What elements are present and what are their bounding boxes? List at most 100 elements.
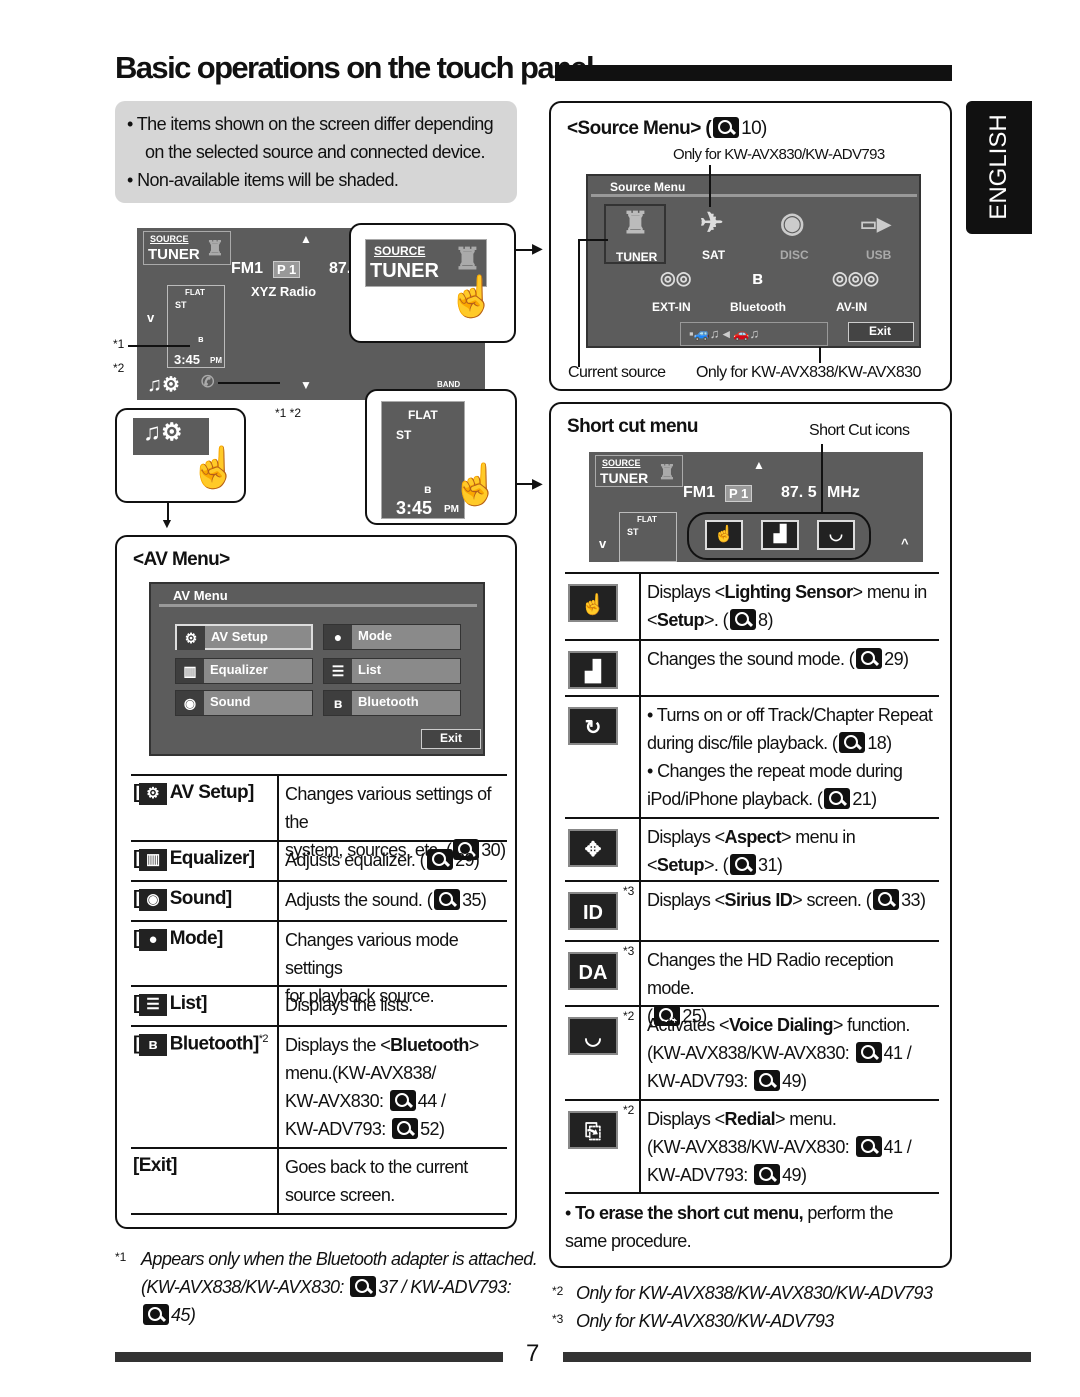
shortcut-row: ↻ • Turns on or off Track/Chapter Repeat … xyxy=(551,695,941,817)
av-table-row: [Exit] Goes back to the current source sc… xyxy=(131,1147,507,1213)
source-usb[interactable]: ▭▶ USB xyxy=(850,204,910,264)
source-menu-section: <Source Menu> (10) Only for KW-AVX830/KW… xyxy=(549,101,952,391)
page-reference: 21 xyxy=(852,789,872,809)
reference-icon xyxy=(754,1164,781,1185)
bluetooth-icon: ʙ xyxy=(198,334,204,344)
up-arrow[interactable]: ▲ xyxy=(300,232,312,246)
usb-icon: ▭▶ xyxy=(860,214,891,234)
page-reference: 35 xyxy=(462,890,481,910)
language-tab: ENGLISH xyxy=(966,101,1032,234)
note-item: • The items shown on the screen differ d… xyxy=(127,114,494,162)
current-source-label: Current source xyxy=(568,364,666,381)
av-table-row: [⚙ AV Setup] Changes various settings of t… xyxy=(131,774,507,860)
mode-button[interactable]: ● Mode xyxy=(323,624,461,650)
row-label: Mode] xyxy=(169,928,224,949)
sound-mode-icon: ▟ xyxy=(568,651,618,689)
page-reference: 49 xyxy=(782,1165,801,1185)
title-bar xyxy=(555,65,952,81)
row-description: Displays the <Bluetooth> menu.(KW-AVX838… xyxy=(285,1035,479,1139)
footnote-1: Appears only when the Bluetooth adapter … xyxy=(141,1249,538,1325)
shortcut-section: Short cut menu Short Cut icons SOURCE TU… xyxy=(549,402,952,1268)
reference-icon xyxy=(824,788,851,809)
source-bluetooth[interactable]: ʙ Bluetooth xyxy=(726,268,796,318)
shortcut-icons-group: ☝ ▟ ◡ xyxy=(687,512,871,560)
source-sat[interactable]: ✈ SAT xyxy=(688,204,748,264)
gear-icon: ⚙ xyxy=(138,783,167,805)
voice-dialing-shortcut[interactable]: ◡ xyxy=(817,520,855,550)
bluetooth-icon: ʙ xyxy=(424,482,432,496)
av-table-row: [◉ Sound] Adjusts the sound. (35) xyxy=(131,880,507,920)
reference-icon xyxy=(855,1042,882,1063)
bluetooth-button[interactable]: ʙ Bluetooth xyxy=(323,690,461,716)
row-description: Displays <Redial> menu. (KW-AVX838/KW-AV… xyxy=(647,1109,912,1185)
exit-button[interactable]: Exit xyxy=(421,729,481,749)
source-ext-in[interactable]: ◎◎ EXT-IN xyxy=(648,268,708,318)
hd-radio-icon: DA xyxy=(568,952,618,990)
row-label: AV Setup] xyxy=(169,782,255,803)
bluetooth-icon: ʙ xyxy=(138,1034,167,1057)
av-table-row: [ʙ Bluetooth]*2 Displays the <Bluetooth> m… xyxy=(131,1025,507,1147)
shortcut-heading: Short cut menu xyxy=(567,416,699,437)
knob-icon: ● xyxy=(138,929,167,951)
av-menu-screen: AV Menu ⚙ AV Setup ● Mode ▥ Equalizer ☰ List… xyxy=(149,582,485,756)
tower-icon: ♜ xyxy=(454,243,481,276)
source-menu-screen: Source Menu ♜ TUNER ✈ SAT ◉ DISC ▭▶ USB ◎◎ EX… xyxy=(586,174,921,348)
row-label: Equalizer] xyxy=(169,848,255,869)
list-button[interactable]: ☰ List xyxy=(323,658,461,684)
callout-av-menu: ♫⚙ ☝ xyxy=(115,408,246,503)
sound-button[interactable]: ◉ Sound xyxy=(175,690,313,716)
shortcut-screen: SOURCE TUNER ♜ ▲ FM1 P 1 87. 5 MHz FLAT … xyxy=(589,452,923,562)
shortcut-row: ☝ Displays <Lighting Sensor> menu in <Set… xyxy=(551,572,941,639)
row-description: • Turns on or off Track/Chapter Repeat d… xyxy=(647,705,933,809)
reference-icon xyxy=(754,1070,781,1091)
dual-zone-indicator: ▪🚙♫ ◂ 🚗♫ xyxy=(680,322,828,346)
down-arrow[interactable]: ▼ xyxy=(300,378,312,392)
status-panel[interactable]: FLAT ST ʙ 3:45 PM xyxy=(167,285,225,368)
tower-icon: ♜ xyxy=(622,207,649,240)
equalizer-button[interactable]: ▥ Equalizer xyxy=(175,658,313,684)
note-sat: Only for KW-AVX830/KW-ADV793 xyxy=(673,146,885,163)
voice-dialing-icon: ◡ xyxy=(568,1017,618,1055)
lighting-sensor-shortcut[interactable]: ☝ xyxy=(705,520,743,550)
av-table-row: [▥ Equalizer] Adjusts equalizer. (29) xyxy=(131,840,507,880)
row-description: Displays <Sirius ID> screen. (33) xyxy=(647,889,926,910)
footer-bar-right xyxy=(563,1352,1031,1362)
shortcut-row: ⎘ *2 Displays <Redial> menu. (KW-AVX838/KW… xyxy=(551,1099,941,1192)
down-chevron[interactable]: v xyxy=(147,310,154,325)
av-setup-button[interactable]: ⚙ AV Setup xyxy=(175,624,313,650)
av-table-row: [● Mode] Changes various mode settings for… xyxy=(131,920,507,1006)
source-tuner[interactable]: ♜ TUNER xyxy=(604,204,666,264)
phone-icon[interactable]: ✆ xyxy=(201,372,214,392)
source-button[interactable]: SOURCE TUNER ♜ xyxy=(595,455,683,487)
reference-icon xyxy=(856,648,883,669)
source-menu-heading: <Source Menu> ( xyxy=(567,118,712,139)
reference-icon xyxy=(730,854,757,875)
row-label: Bluetooth] xyxy=(169,1033,260,1055)
down-chevron[interactable]: v xyxy=(599,536,606,551)
up-chevron[interactable]: ^ xyxy=(901,536,909,551)
av-menu-heading: <AV Menu> xyxy=(133,549,230,570)
reference-icon xyxy=(392,1118,419,1139)
row-label: [Exit] xyxy=(133,1155,178,1176)
shortcut-row: ✥ Displays <Aspect> menu in <Setup>. (31) xyxy=(551,817,941,880)
source-disc[interactable]: ◉ DISC xyxy=(768,204,828,264)
callout-source: SOURCE TUNER ♜ ☝ xyxy=(349,223,516,343)
erase-note: • To erase the short cut menu, perform t… xyxy=(565,1203,893,1251)
exit-button[interactable]: Exit xyxy=(848,322,914,342)
gear-icon: ⚙ xyxy=(177,626,205,650)
source-button[interactable]: SOURCE TUNER ♜ xyxy=(143,231,231,265)
sound-mode-shortcut[interactable]: ▟ xyxy=(761,520,799,550)
reference-icon xyxy=(427,849,454,870)
row-description: Activates <Voice Dialing> function. (KW-… xyxy=(647,1015,912,1091)
row-description: Adjusts equalizer. (29) xyxy=(285,849,480,870)
page-reference: 52 xyxy=(420,1119,439,1139)
row-description: Displays the lists. xyxy=(285,995,413,1015)
leader-line xyxy=(128,345,190,347)
up-arrow[interactable]: ▲ xyxy=(753,458,765,472)
reference-icon xyxy=(855,1136,882,1157)
reference-icon xyxy=(389,1090,416,1111)
av-menu-icon[interactable]: ♫⚙ xyxy=(147,372,180,397)
page-reference: 29 xyxy=(455,850,474,870)
source-av-in[interactable]: ◎◎◎ AV-IN xyxy=(828,268,888,318)
note-dual-zone: Only for KW-AVX838/KW-AVX830 xyxy=(696,364,921,381)
